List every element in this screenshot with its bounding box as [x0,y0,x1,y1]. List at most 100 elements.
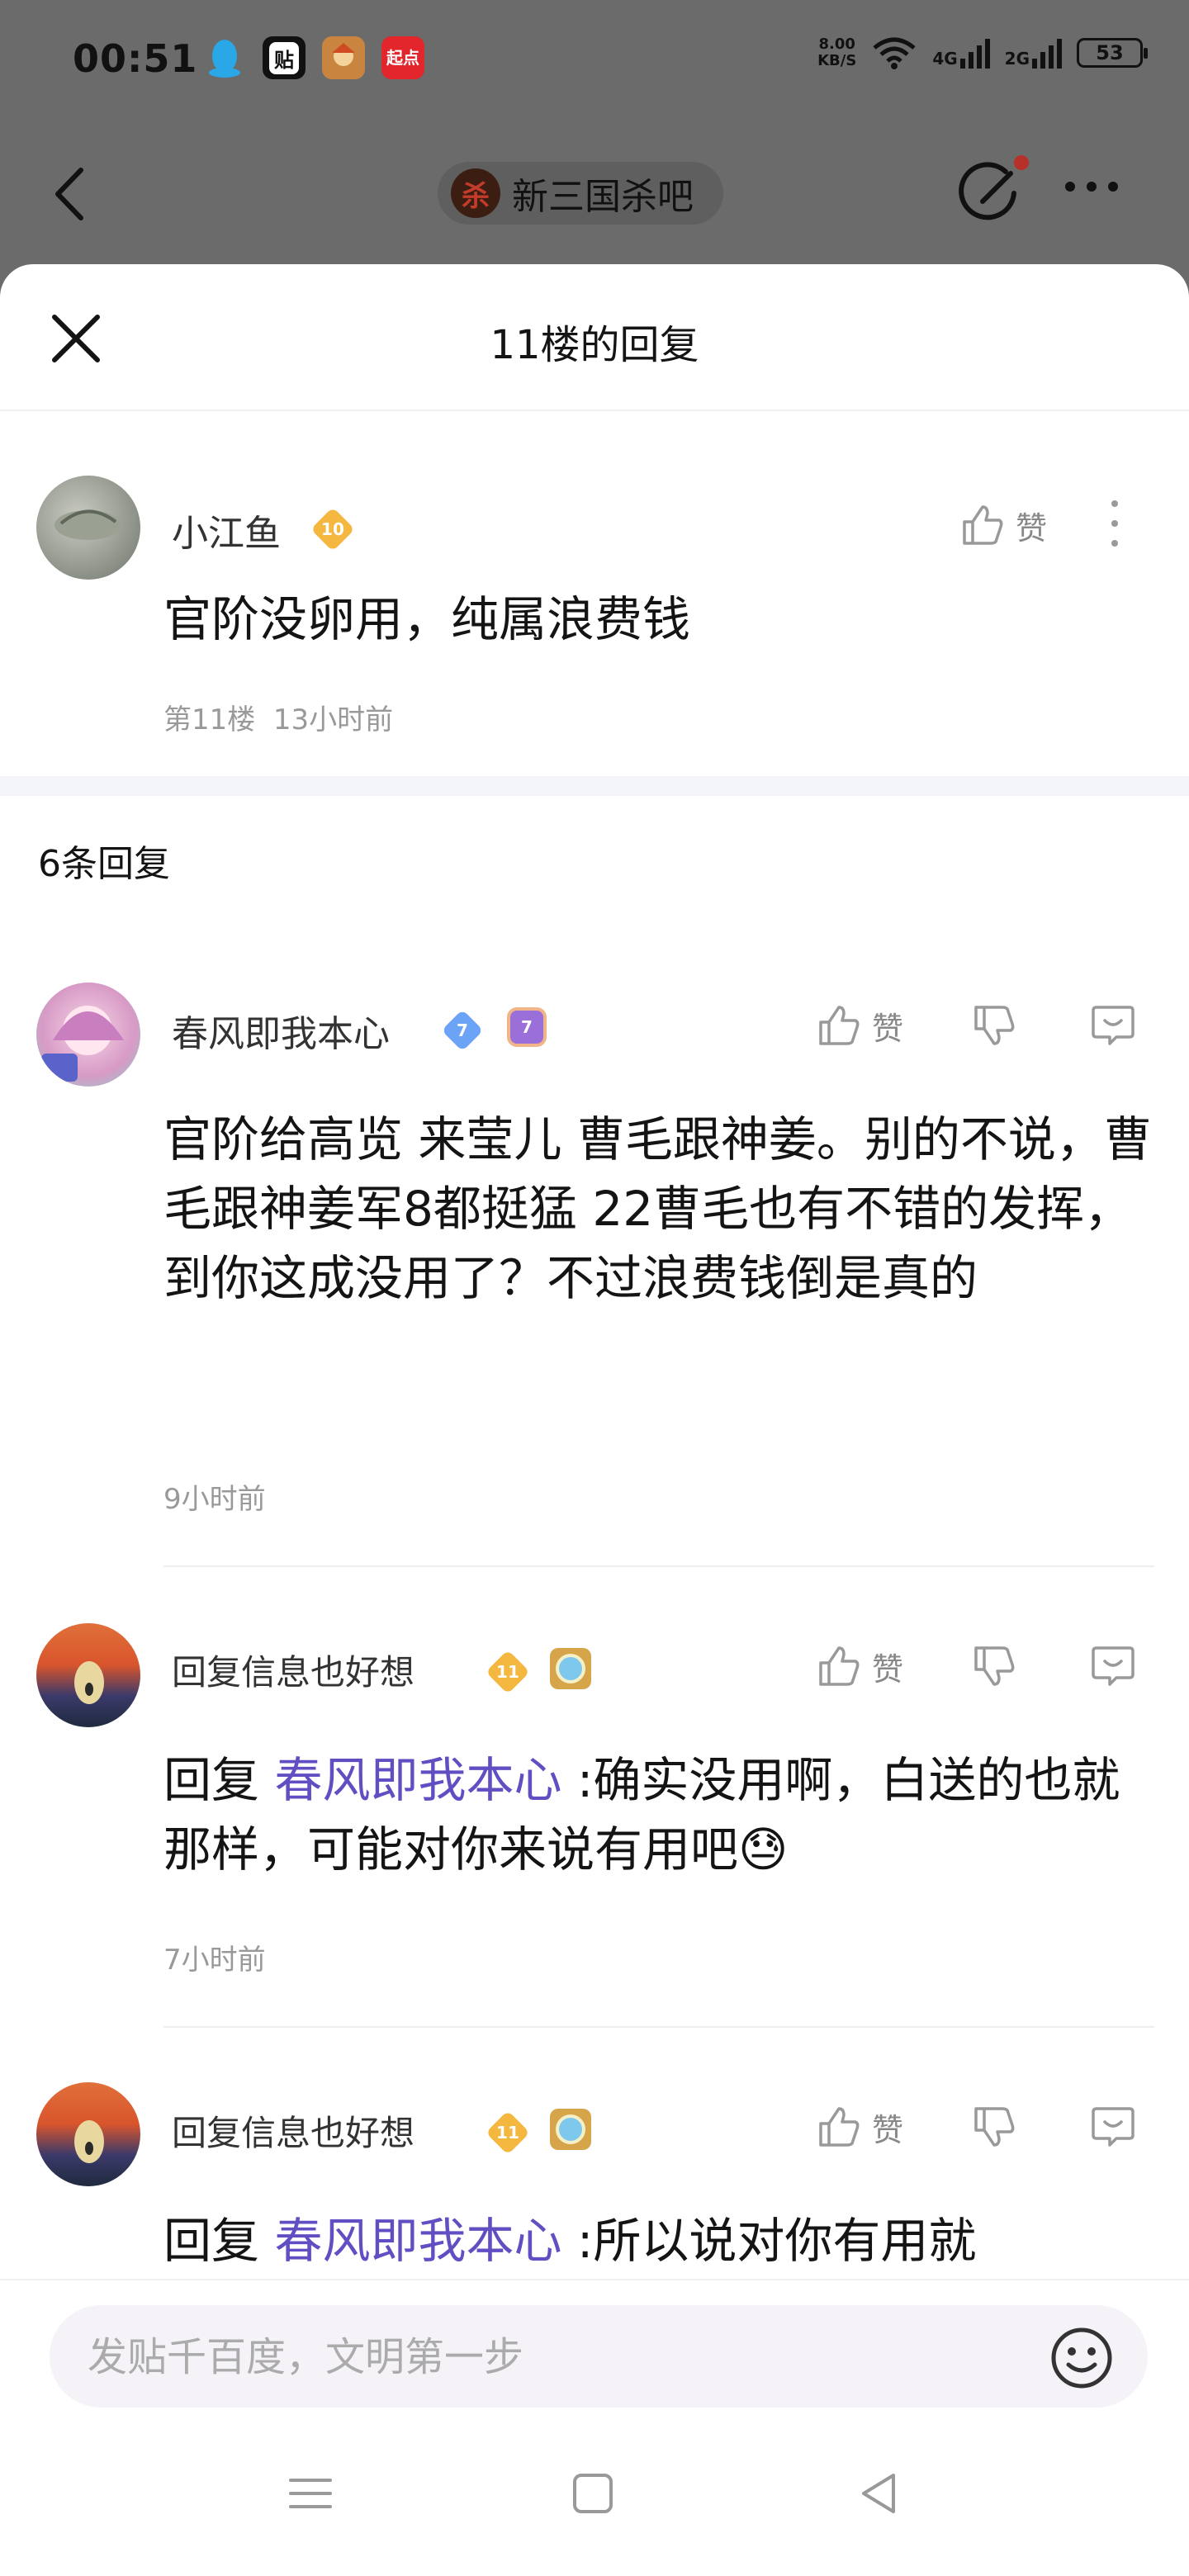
status-right: 8.00 KB/S 4G 2G 53 [817,36,1148,69]
like-label: 赞 [1016,509,1048,547]
signal-2-label: 2G [1004,49,1030,69]
level-badge: 11 [486,1650,530,1694]
avatar[interactable] [36,476,140,580]
qidian-app-icon: 起点 [381,36,424,79]
achievement-badge-icon [550,2109,591,2150]
sheet-header: 11楼的回复 [0,264,1189,411]
divider [163,1565,1154,1567]
menu-icon [289,2479,332,2508]
username[interactable]: 春风即我本心 [172,1004,390,1057]
reply-prefix: 回复 [163,2213,275,2269]
sweat-emoji-icon: 😓 [738,1821,789,1878]
more-button[interactable] [1065,182,1118,192]
dot-icon [1087,182,1097,192]
post-time: 13小时前 [272,703,394,736]
game-app-icon [322,36,365,79]
comment-button[interactable] [1090,1002,1136,1052]
mention-link[interactable]: 春风即我本心 [274,1752,561,1808]
edit-post-button[interactable] [958,160,1024,226]
thumbs-up-icon [963,505,1003,545]
post-meta: 第11楼 13小时前 [163,697,393,737]
net-speed-value: 8.00 [818,36,855,53]
dislike-button[interactable] [971,2104,1017,2153]
system-navigation-bar [0,2470,1189,2553]
comment-button[interactable] [1090,2104,1136,2153]
level-badge: 11 [486,2110,530,2155]
comment-icon [1092,1006,1135,1045]
net-speed: 8.00 KB/S [817,36,856,69]
username[interactable]: 回复信息也好想 [172,1645,414,1695]
reply-sheet: 11楼的回复 小江鱼 10 赞 官阶没卵用，纯属浪费钱 第11楼 13小时前 6… [0,264,1189,2576]
thumbs-up-icon [819,2107,860,2147]
bottom-bar [0,2279,1189,2576]
reply-count: 6条回复 [38,843,170,885]
notification-dot [1014,155,1029,170]
reply-text: :所以说对你有用就 [561,2213,977,2269]
battery-indicator: 53 [1077,38,1148,68]
thumbs-down-icon [974,1646,1015,1686]
like-button[interactable]: 赞 [816,1002,903,1049]
wifi-icon [873,37,916,69]
comment-icon [1092,1646,1135,1686]
member-badge: 7 [507,1007,547,1047]
reply-input[interactable] [86,2305,997,2409]
reply-time: 9小时前 [163,1483,266,1516]
forum-pill[interactable]: 杀 新三国杀吧 [438,162,723,225]
tieba-app-icon: 贴 [263,36,306,79]
signal-1: 4G [932,37,990,69]
divider [163,2026,1154,2028]
reply-input-container [50,2305,1148,2409]
thumbs-down-icon [974,2107,1015,2147]
comment-icon [1092,2107,1135,2147]
dot-icon [1065,182,1075,192]
signal-1-label: 4G [932,49,958,69]
more-options-button[interactable] [1110,497,1120,553]
square-icon [573,2474,613,2513]
recent-apps-button[interactable] [287,2470,334,2520]
triangle-back-icon [862,2474,895,2513]
signal-bars-icon [1032,37,1062,69]
smiley-icon [1051,2327,1112,2389]
like-label: 赞 [872,1650,904,1688]
avatar[interactable] [36,983,140,1087]
dot-icon [1108,182,1118,192]
home-button[interactable] [570,2470,616,2520]
dislike-button[interactable] [971,1643,1017,1693]
mention-link[interactable]: 春风即我本心 [274,2213,561,2269]
forum-name: 新三国杀吧 [512,176,694,218]
like-button[interactable]: 赞 [816,2104,903,2150]
signal-2: 2G [1005,37,1062,69]
sheet-title: 11楼的回复 [490,322,699,368]
avatar[interactable] [36,2082,140,2186]
thumbs-down-icon [974,1006,1015,1045]
reply-prefix: 回复 [163,1752,275,1808]
member-badge-text: 7 [521,1017,533,1037]
top-navigation: 杀 新三国杀吧 [0,140,1189,248]
comment-button[interactable] [1090,1643,1136,1693]
emoji-button[interactable] [1049,2325,1115,2391]
like-button[interactable]: 赞 [959,502,1047,548]
reply-time: 7小时前 [163,1944,266,1977]
thumbs-up-icon [819,1006,860,1045]
reply-content: 回复 春风即我本心 :所以说对你有用就 [163,2206,1154,2275]
thumbs-up-icon [819,1646,860,1686]
main-post: 小江鱼 10 赞 官阶没卵用，纯属浪费钱 第11楼 13小时前 [0,410,1189,1042]
level-badge-text: 10 [321,519,344,539]
edit-icon [959,162,1016,220]
username[interactable]: 小江鱼 [172,504,281,556]
back-button[interactable] [46,165,96,223]
level-badge-text: 11 [496,2123,519,2143]
status-time: 00:51 [73,36,198,81]
back-nav-button[interactable] [855,2470,902,2520]
reply-content: 回复 春风即我本心 :确实没用啊，白送的也就那样，可能对你来说有用吧😓 [163,1745,1154,1884]
dislike-button[interactable] [971,1002,1017,1052]
username[interactable]: 回复信息也好想 [172,2105,414,2156]
status-bar: 00:51 贴 起点 8.00 KB/S 4G 2G 53 [0,0,1189,124]
status-app-icons: 贴 起点 [203,36,424,79]
like-label: 赞 [872,1010,904,1047]
chevron-left-icon [55,168,83,220]
achievement-badge-icon [550,1648,591,1689]
avatar[interactable] [36,1623,140,1727]
section-divider [0,776,1189,796]
like-button[interactable]: 赞 [816,1643,903,1689]
